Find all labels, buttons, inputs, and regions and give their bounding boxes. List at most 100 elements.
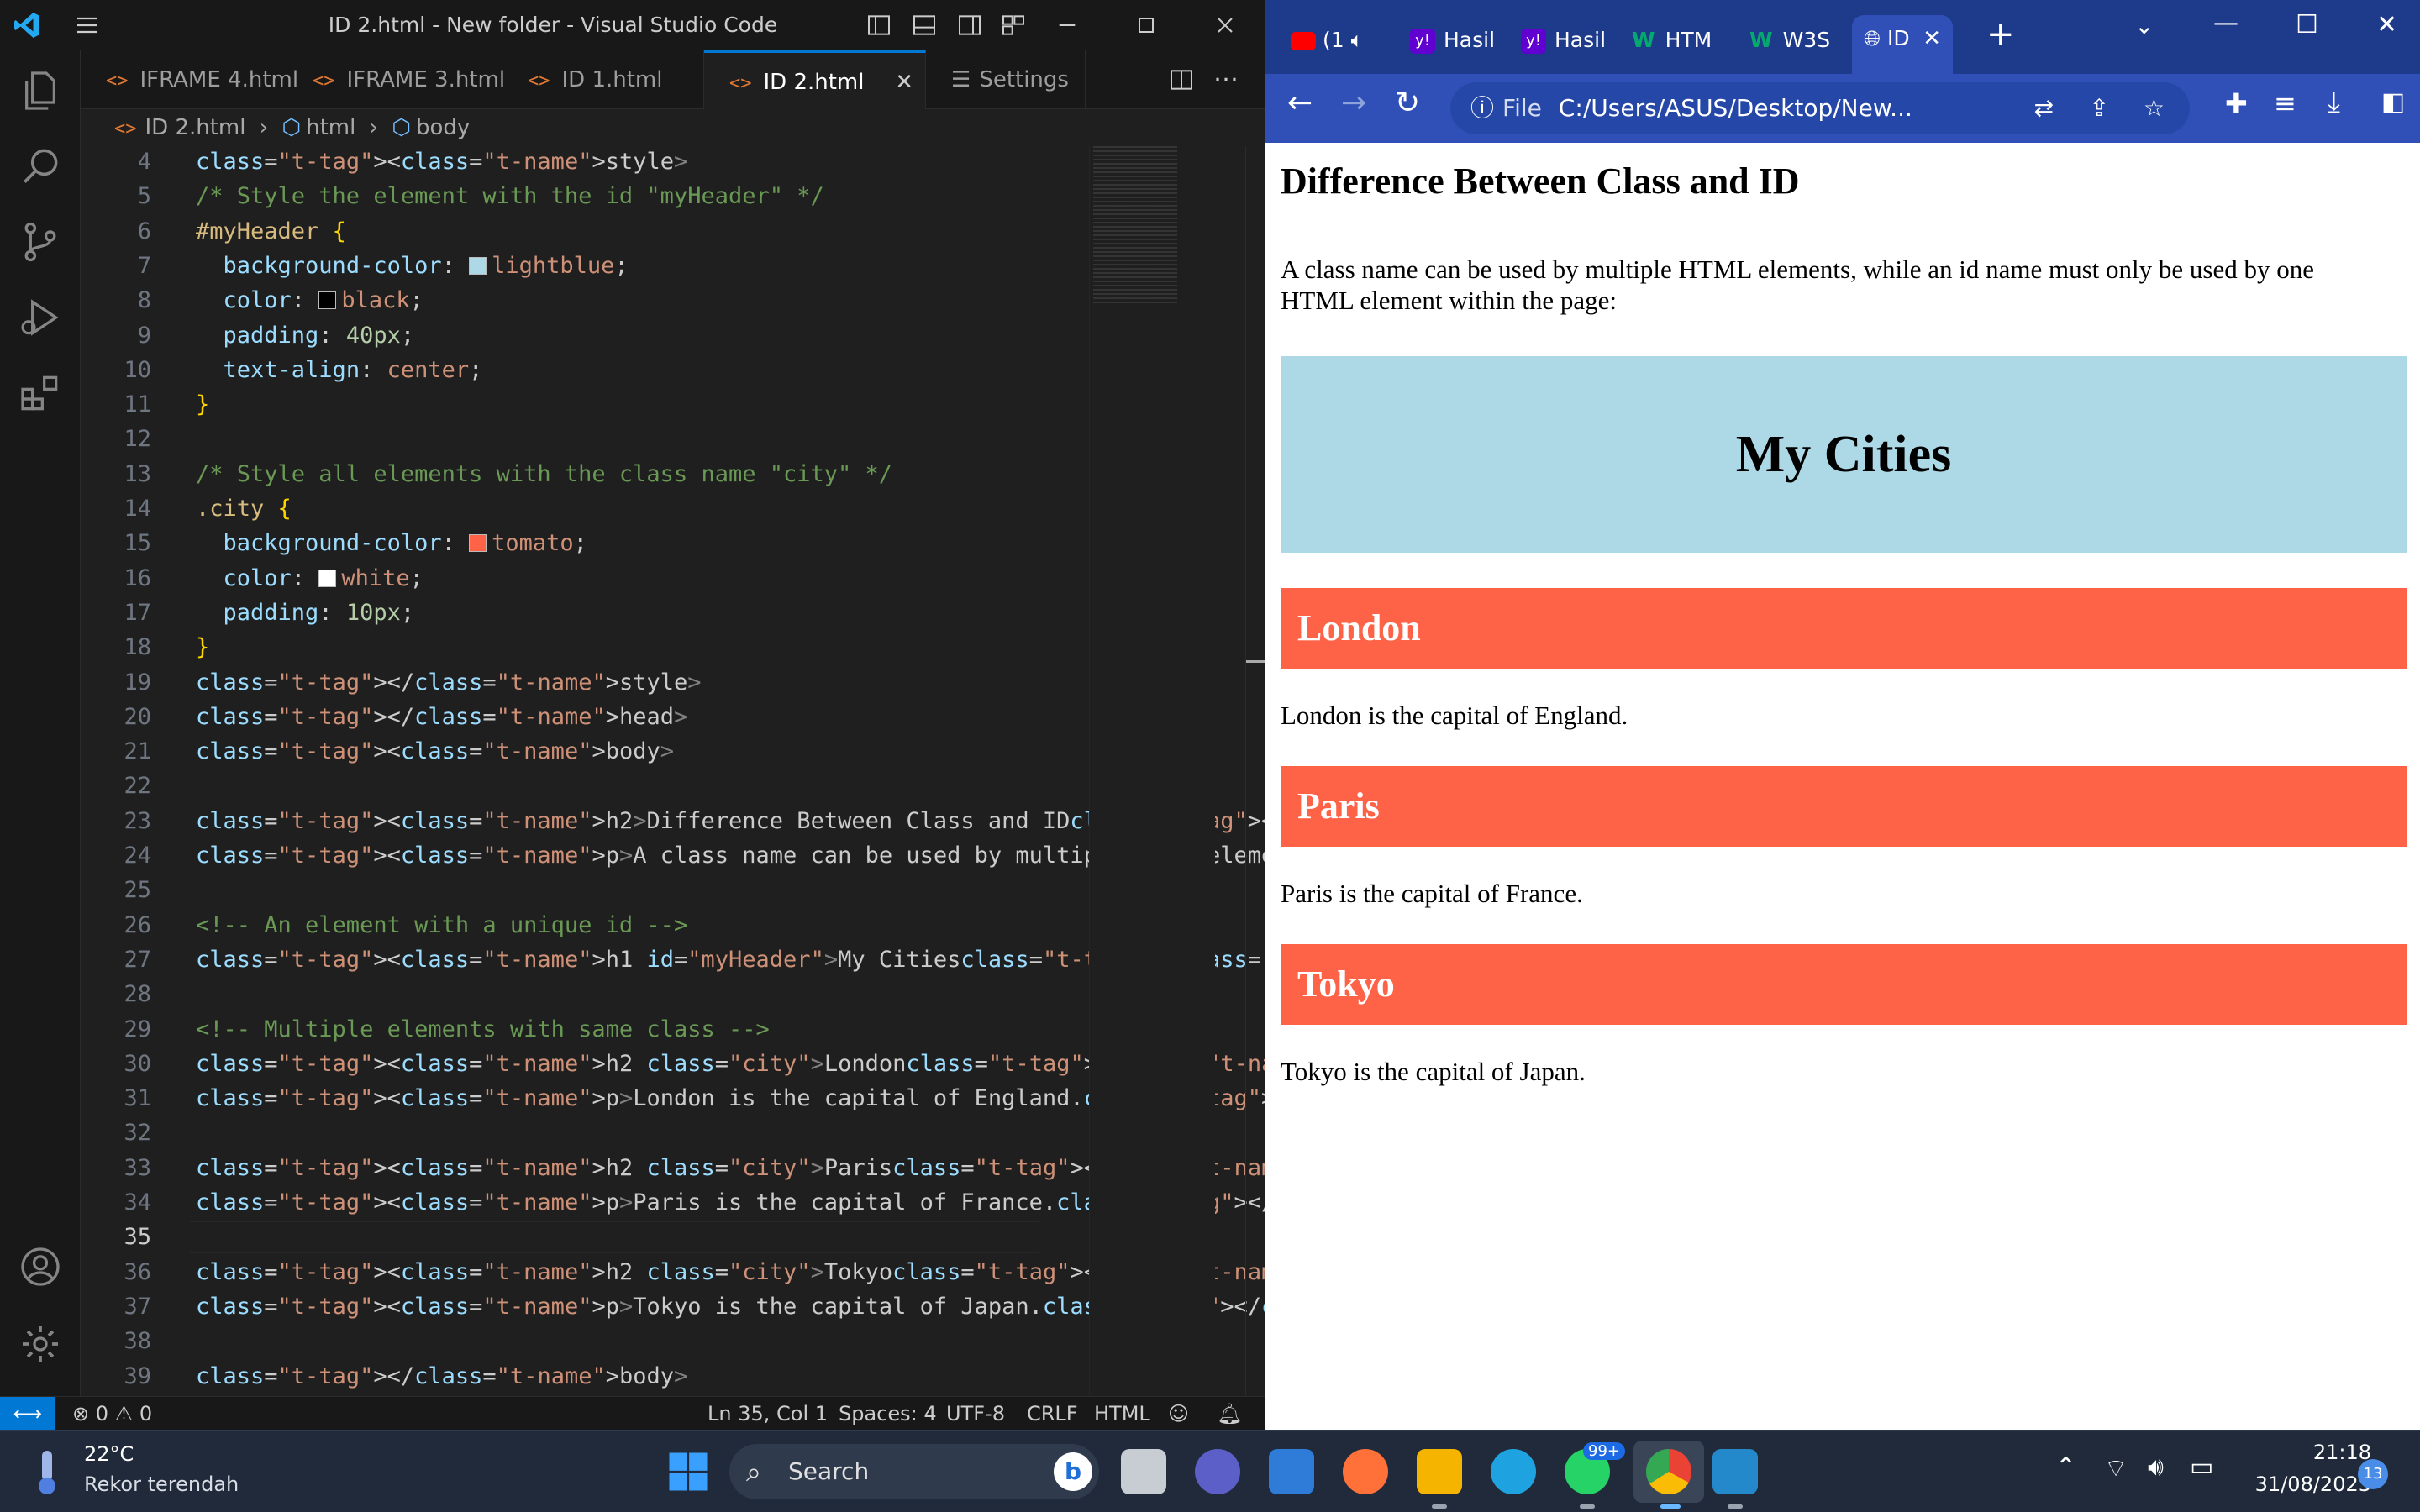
code-line[interactable]: class="t-tag"></class="t-name">head> xyxy=(196,701,687,733)
teams-chat-icon[interactable] xyxy=(1195,1449,1240,1494)
chrome-tab-htm[interactable]: W HTM xyxy=(1632,17,1741,64)
line-ending[interactable]: CRLF xyxy=(1027,1397,1078,1431)
notification-count-badge[interactable]: 13 xyxy=(2358,1459,2388,1489)
taskbar-search[interactable]: ⌕ Search b xyxy=(729,1444,1099,1499)
code-line[interactable]: text-align: center; xyxy=(196,354,483,386)
tab-iframe4[interactable]: <> IFRAME 4.html xyxy=(81,50,298,109)
chrome-taskbar-button[interactable] xyxy=(1634,1441,1704,1503)
chrome-tab-id-active[interactable]: 🌐︎ ID ✕ xyxy=(1852,15,1953,74)
code-line[interactable]: <!-- An element with a unique id --> xyxy=(196,910,687,942)
tab-id2[interactable]: <> ID 2.html ✕ xyxy=(704,50,926,109)
code-line[interactable]: .city { xyxy=(196,493,292,525)
back-arrow-icon[interactable]: ← xyxy=(1287,86,1313,120)
side-panel-icon[interactable]: ◧ xyxy=(2381,87,2405,117)
microsoft-store-icon[interactable] xyxy=(1269,1449,1314,1494)
wifi-icon[interactable]: ⌔ xyxy=(2104,1452,2128,1484)
show-hidden-icons-chevron-icon[interactable]: ⌃ xyxy=(2055,1452,2076,1482)
site-info-icon[interactable]: ⓘ xyxy=(1470,94,1494,122)
firefox-icon[interactable] xyxy=(1343,1449,1388,1494)
code-line[interactable]: <!-- Multiple elements with same class -… xyxy=(196,1014,770,1046)
clock-date[interactable]: 31/08/2023 xyxy=(2237,1473,2371,1496)
tab-id1[interactable]: <> ID 1.html xyxy=(502,50,704,109)
breadcrumb-html[interactable]: html xyxy=(306,115,355,140)
code-line[interactable]: /* Style the element with the id "myHead… xyxy=(196,181,824,213)
code-line[interactable]: class="t-tag"><class="t-name">h1 id="myH… xyxy=(196,944,1425,976)
tab-settings[interactable]: ☰ Settings xyxy=(926,50,1086,109)
code-line[interactable]: } xyxy=(196,389,209,421)
clock-time[interactable]: 21:18 xyxy=(2237,1441,2371,1464)
extensions-puzzle-icon[interactable]: ✚ xyxy=(2225,87,2248,119)
code-line[interactable]: class="t-tag"><class="t-name">body> xyxy=(196,736,674,768)
forward-arrow-icon[interactable]: → xyxy=(1341,86,1366,120)
share-icon[interactable]: ⇪ xyxy=(2090,82,2109,134)
translate-icon[interactable]: ⇄ xyxy=(2034,82,2054,134)
chrome-tab-youtube[interactable]: (1 🔈︎ xyxy=(1291,17,1392,64)
address-bar[interactable]: ⓘ File C:/Users/ASUS/Desktop/New... ⇄ ⇪ ☆ xyxy=(1450,82,2190,134)
indentation[interactable]: Spaces: 4 xyxy=(839,1397,937,1431)
customize-layout-icon[interactable] xyxy=(1000,12,1027,39)
whatsapp-icon[interactable]: 99+ xyxy=(1565,1442,1625,1494)
accounts-icon[interactable] xyxy=(17,1243,64,1290)
code-line[interactable]: padding: 40px; xyxy=(196,320,415,352)
search-icon[interactable] xyxy=(17,143,64,190)
minimize-icon[interactable] xyxy=(1054,12,1081,39)
reading-list-icon[interactable]: ≡ xyxy=(2274,87,2296,119)
notifications-bell-icon[interactable]: 🔔︎ xyxy=(1217,1397,1242,1431)
tab-iframe3[interactable]: <> IFRAME 3.html xyxy=(287,50,505,109)
code-line[interactable]: padding: 10px; xyxy=(196,597,415,629)
chrome-tab-w3s[interactable]: W W3S xyxy=(1749,17,1850,64)
windows-start-icon[interactable] xyxy=(666,1449,711,1494)
download-icon[interactable]: ⤓ xyxy=(2328,86,2340,119)
weather-desc[interactable]: Rekor terendah xyxy=(84,1473,239,1496)
toggle-secondary-sidebar-icon[interactable] xyxy=(956,12,983,39)
volume-icon[interactable]: 🔊︎ xyxy=(2148,1452,2164,1482)
bookmark-star-icon[interactable]: ☆ xyxy=(2144,82,2165,134)
toggle-primary-sidebar-icon[interactable] xyxy=(865,12,892,39)
code-line[interactable]: background-color: lightblue; xyxy=(196,250,629,282)
code-line[interactable]: } xyxy=(196,632,209,664)
file-explorer-icon[interactable] xyxy=(1417,1449,1462,1494)
code-line[interactable]: class="t-tag"><class="t-name">style> xyxy=(196,146,687,178)
chrome-tab-hasil-2[interactable]: y! Hasil xyxy=(1521,17,1630,64)
maximize-icon[interactable] xyxy=(1133,12,1160,39)
task-view-icon[interactable] xyxy=(1121,1449,1166,1494)
code-line[interactable]: color: white; xyxy=(196,563,424,595)
reload-icon[interactable]: ↻ xyxy=(1395,86,1420,120)
extensions-icon[interactable] xyxy=(17,370,64,417)
code-line[interactable]: color: black; xyxy=(196,285,424,317)
language-mode[interactable]: HTML xyxy=(1094,1397,1150,1431)
close-tab-icon[interactable]: ✕ xyxy=(895,53,913,112)
run-debug-icon[interactable] xyxy=(17,294,64,341)
code-editor[interactable]: 4 5 6 7 8 9 10 11 12 13 14 15 16 17 18 19 20 21 22 23 24 25 26… xyxy=(81,146,1562,1493)
breadcrumb-file[interactable]: ID 2.html xyxy=(145,115,246,140)
breadcrumb-body[interactable]: body xyxy=(416,115,470,140)
minimize-icon[interactable]: — xyxy=(2213,8,2238,38)
encoding[interactable]: UTF-8 xyxy=(946,1397,1005,1431)
chrome-tab-hasil-1[interactable]: y! Hasil xyxy=(1410,17,1519,64)
toggle-panel-icon[interactable] xyxy=(911,12,938,39)
problems-indicator[interactable]: ⊗ 0 ⚠ 0 xyxy=(72,1397,152,1431)
more-actions-icon[interactable]: ⋯ xyxy=(1213,50,1239,109)
remote-icon[interactable]: ⟷ xyxy=(0,1397,55,1431)
split-editor-icon[interactable] xyxy=(1168,66,1195,93)
code-line[interactable]: class="t-tag"></class="t-name">style> xyxy=(196,667,702,699)
code-line[interactable]: class="t-tag"></class="t-name">body> xyxy=(196,1361,687,1393)
battery-icon[interactable]: ▭ xyxy=(2190,1452,2213,1482)
tab-search-chevron-icon[interactable]: ⌄ xyxy=(2134,12,2154,39)
vertical-scrollbar[interactable] xyxy=(1245,146,1266,1396)
weather-temp[interactable]: 22°C xyxy=(84,1442,134,1466)
code-line[interactable]: /* Style all elements with the class nam… xyxy=(196,459,892,491)
code-line[interactable]: background-color: tomato; xyxy=(196,528,587,559)
close-window-icon[interactable]: ✕ xyxy=(2376,10,2397,39)
code-line[interactable]: #myHeader { xyxy=(196,216,346,248)
new-tab-plus-icon[interactable]: + xyxy=(1986,15,2015,54)
edge-icon[interactable] xyxy=(1491,1449,1536,1494)
explorer-icon[interactable] xyxy=(17,67,64,114)
source-control-icon[interactable] xyxy=(17,218,64,265)
close-window-icon[interactable] xyxy=(1212,12,1239,39)
thermometer-icon[interactable] xyxy=(30,1447,64,1498)
feedback-icon[interactable]: ☺ xyxy=(1168,1397,1189,1431)
cursor-position[interactable]: Ln 35, Col 1 xyxy=(708,1397,828,1431)
minimap[interactable] xyxy=(1089,146,1215,1396)
maximize-icon[interactable]: ☐ xyxy=(2296,10,2318,39)
